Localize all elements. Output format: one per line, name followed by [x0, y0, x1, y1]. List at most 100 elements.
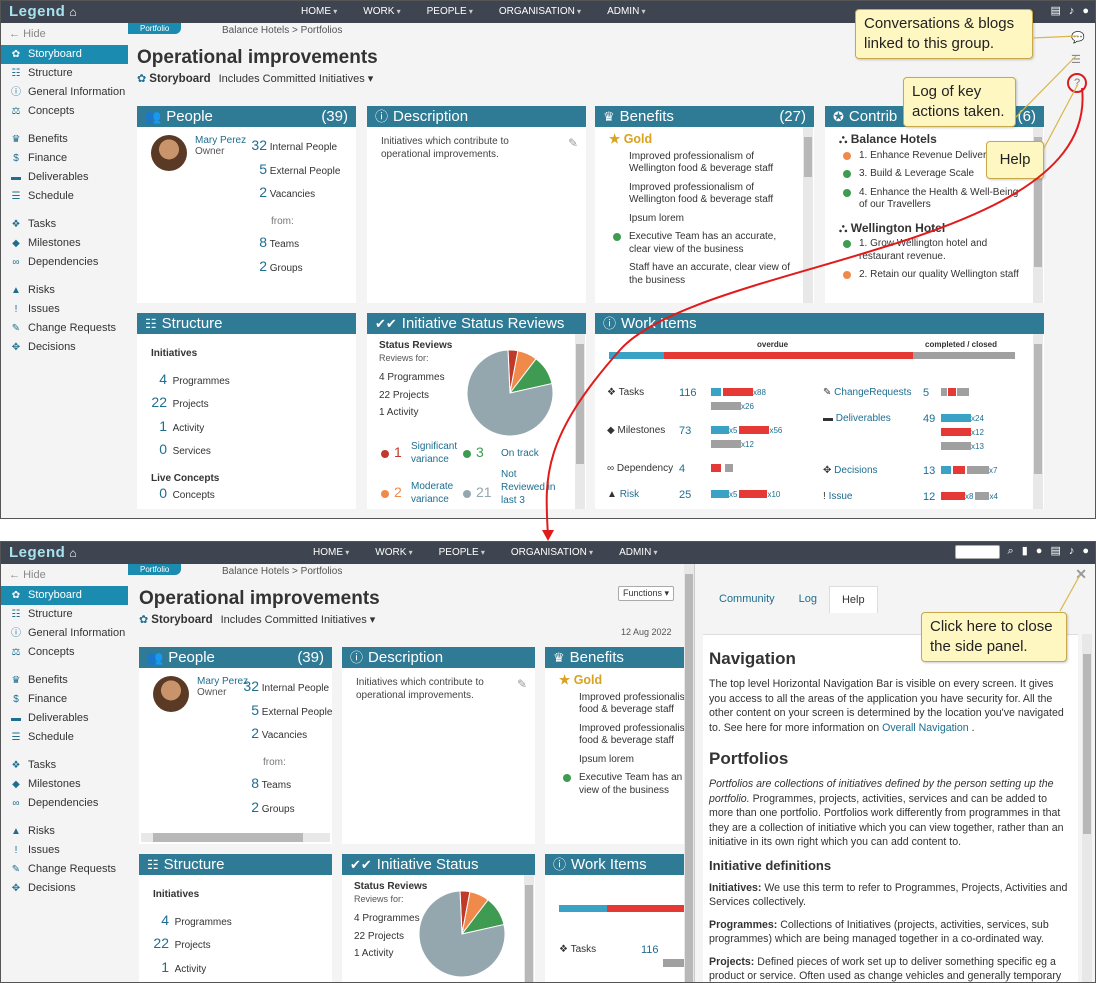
objective-item[interactable]: 1. Grow Wellington hotel and restaurant …	[839, 238, 1028, 263]
sidebar-item-concepts[interactable]: ⚖ Concepts	[1, 102, 128, 121]
chat-icon[interactable]: 💬	[1071, 31, 1085, 44]
app-logo[interactable]: Legend ⌂	[9, 3, 77, 20]
sidebar-item-storyboard[interactable]: ✿ Storyboard	[1, 45, 128, 64]
view-selector[interactable]: ✿ Storyboard Includes Committed Initiativ…	[137, 72, 373, 85]
pencil-icon[interactable]: ✎	[568, 136, 578, 150]
status-scrollbar[interactable]	[575, 334, 585, 509]
functions-button[interactable]: Functions ▾	[618, 586, 675, 601]
sidebar-item-tasks[interactable]: ❖ Tasks	[1, 756, 128, 775]
sidebar-item-schedule[interactable]: ☰ Schedule	[1, 187, 128, 206]
status-pie-chart[interactable]	[465, 348, 555, 438]
sidebar-item-finance[interactable]: $ Finance	[1, 149, 128, 168]
hide-sidebar-button[interactable]: ← Hide	[1, 23, 128, 45]
bell-icon[interactable]: ♪	[1069, 5, 1075, 18]
sidebar-item-milestones[interactable]: ◆ Milestones	[1, 775, 128, 794]
filter-dropdown[interactable]: Includes Committed Initiatives ▾	[219, 73, 374, 85]
status-scrollbar[interactable]	[524, 875, 534, 982]
bookmark-icon[interactable]: ▮	[1022, 545, 1028, 559]
search-input[interactable]: Search	[954, 545, 1000, 559]
benefits-header[interactable]: ♛ Benefits (27)	[595, 106, 814, 127]
tab-community[interactable]: Community	[707, 586, 787, 613]
on-track-link[interactable]: On track	[501, 448, 539, 459]
nav-people[interactable]: PEOPLE	[427, 6, 473, 17]
help-icon[interactable]: ?	[1067, 73, 1087, 93]
nav-home[interactable]: HOME	[313, 547, 349, 558]
sidebar-item-dependencies[interactable]: ∞ Dependencies	[1, 253, 128, 272]
status-header[interactable]: ✔✔ Initiative Status	[342, 854, 535, 875]
sidebar-item-risks[interactable]: ▲ Risks	[1, 281, 128, 300]
nav-admin[interactable]: ADMIN	[607, 6, 645, 17]
sidebar-item-benefits[interactable]: ♛ Benefits	[1, 671, 128, 690]
benefit-item[interactable]: Improved professionalism of Wellington f…	[609, 151, 798, 176]
bell-icon[interactable]: ♪	[1069, 545, 1075, 559]
objective-item[interactable]: 4. Enhance the Health & Well-Being of ou…	[839, 187, 1028, 212]
list-icon[interactable]: ☰	[1071, 53, 1081, 66]
sidebar-item-milestones[interactable]: ◆ Milestones	[1, 234, 128, 253]
sidebar-item-general-information[interactable]: ⓘ General Information	[1, 83, 128, 102]
sidebar-item-change-requests[interactable]: ✎ Change Requests	[1, 860, 128, 879]
significant-variance-link[interactable]: Significant variance	[411, 440, 471, 466]
nav-people[interactable]: PEOPLE	[439, 547, 485, 558]
risk-link[interactable]: Risk	[620, 489, 639, 500]
breadcrumb[interactable]: Balance Hotels > Portfolios	[222, 566, 342, 577]
main-scrollbar[interactable]	[684, 564, 694, 982]
nav-work[interactable]: WORK	[375, 547, 412, 558]
benefit-item[interactable]: Staff have an accurate, clear view of th…	[609, 262, 798, 287]
user-icon[interactable]: ●	[1082, 5, 1089, 18]
user-icon[interactable]: ●	[1082, 545, 1089, 559]
sidebar-item-issues[interactable]: ! Issues	[1, 300, 128, 319]
sidebar-item-dependencies[interactable]: ∞ Dependencies	[1, 794, 128, 813]
nav-organisation[interactable]: ORGANISATION	[499, 6, 581, 17]
help-scrollbar[interactable]	[1082, 634, 1092, 982]
avatar[interactable]	[151, 135, 187, 171]
sidebar-item-decisions[interactable]: ✥ Decisions	[1, 338, 128, 357]
home-icon[interactable]: ⌂	[69, 546, 77, 560]
sidebar-item-benefits[interactable]: ♛ Benefits	[1, 130, 128, 149]
work-scrollbar[interactable]	[1033, 334, 1043, 509]
work-items-header[interactable]: ⓘ Work Items	[545, 854, 694, 875]
status-header[interactable]: ✔✔ Initiative Status Reviews	[367, 313, 586, 334]
issue-link[interactable]: Issue	[829, 491, 853, 502]
sidebar-item-structure[interactable]: ☷ Structure	[1, 64, 128, 83]
sidebar-item-issues[interactable]: ! Issues	[1, 841, 128, 860]
benefits-scrollbar[interactable]	[803, 127, 813, 303]
tab-log[interactable]: Log	[787, 586, 829, 613]
overall-navigation-link[interactable]: Overall Navigation	[882, 722, 969, 734]
filter-dropdown[interactable]: Includes Committed Initiatives ▾	[221, 614, 376, 626]
deliverables-link[interactable]: Deliverables	[836, 413, 891, 424]
benefits-header[interactable]: ♛ Benefits	[545, 647, 694, 668]
not-reviewed-link[interactable]: Not Reviewed in last 3	[501, 468, 561, 507]
close-icon[interactable]: ✕	[1075, 566, 1087, 583]
nav-admin[interactable]: ADMIN	[619, 547, 657, 558]
pencil-icon[interactable]: ✎	[517, 677, 527, 691]
people-header[interactable]: 👥 People (39)	[137, 106, 356, 127]
tab-help[interactable]: Help	[828, 586, 878, 613]
sidebar-item-schedule[interactable]: ☰ Schedule	[1, 728, 128, 747]
change-requests-link[interactable]: ChangeRequests	[834, 387, 911, 398]
sidebar-item-decisions[interactable]: ✥ Decisions	[1, 879, 128, 898]
decisions-link[interactable]: Decisions	[834, 465, 877, 476]
hide-sidebar-button[interactable]: ← Hide	[1, 564, 128, 586]
status-pie-chart[interactable]	[417, 889, 507, 979]
benefit-item[interactable]: Improved professionalism of Wellington f…	[609, 182, 798, 207]
nav-home[interactable]: HOME	[301, 6, 337, 17]
description-header[interactable]: ⓘ Description	[342, 647, 535, 668]
breadcrumb[interactable]: Balance Hotels > Portfolios	[222, 25, 342, 36]
chat-icon[interactable]: ●	[1036, 545, 1043, 559]
people-hscrollbar[interactable]	[141, 833, 330, 842]
structure-header[interactable]: ☷ Structure	[137, 313, 356, 334]
sidebar-item-finance[interactable]: $ Finance	[1, 690, 128, 709]
document-icon[interactable]: ▤	[1050, 5, 1060, 18]
nav-work[interactable]: WORK	[363, 6, 400, 17]
objective-item[interactable]: 2. Retain our quality Wellington staff	[839, 269, 1028, 282]
sidebar-item-general-information[interactable]: ⓘ General Information	[1, 624, 128, 643]
sidebar-item-risks[interactable]: ▲ Risks	[1, 822, 128, 841]
sidebar-item-change-requests[interactable]: ✎ Change Requests	[1, 319, 128, 338]
nav-organisation[interactable]: ORGANISATION	[511, 547, 593, 558]
app-logo[interactable]: Legend ⌂	[9, 544, 77, 561]
sidebar-item-structure[interactable]: ☷ Structure	[1, 605, 128, 624]
people-header[interactable]: 👥 People (39)	[139, 647, 332, 668]
benefit-item[interactable]: Executive Team has an accurate, clear vi…	[609, 231, 798, 256]
sidebar-item-tasks[interactable]: ❖ Tasks	[1, 215, 128, 234]
structure-header[interactable]: ☷ Structure	[139, 854, 332, 875]
